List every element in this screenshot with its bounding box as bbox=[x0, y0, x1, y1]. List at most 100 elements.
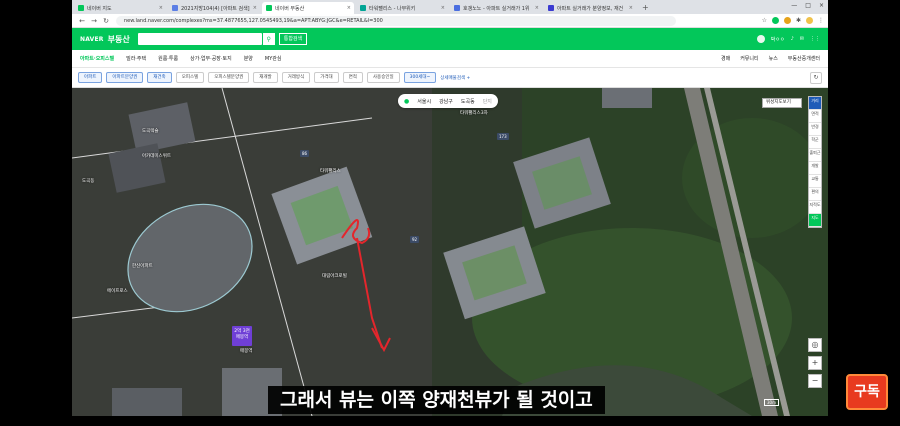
tool-area[interactable]: 면적 bbox=[809, 110, 821, 123]
tool-map[interactable]: 지도 bbox=[809, 214, 821, 227]
tab-naver-realestate[interactable]: 네이버 부동산 × bbox=[262, 2, 354, 14]
filter-chip[interactable]: 오피스텔분양권 bbox=[208, 72, 250, 83]
menu-link-agent[interactable]: 부동산중개센터 bbox=[788, 55, 820, 62]
mail-icon[interactable]: ✉ bbox=[800, 36, 804, 42]
filter-chip[interactable]: 재개발 bbox=[253, 72, 278, 83]
close-icon[interactable]: × bbox=[253, 5, 257, 11]
user-name[interactable]: 박ㅇㅇ bbox=[771, 36, 785, 43]
extension-icon[interactable] bbox=[783, 17, 791, 24]
maximize-icon[interactable]: □ bbox=[805, 2, 811, 9]
menu-item-oneroom[interactable]: 원룸·투룸 bbox=[158, 55, 178, 62]
tool-transit[interactable]: 교통 bbox=[809, 175, 821, 188]
tool-convenience[interactable]: 편의 bbox=[809, 188, 821, 201]
zoom-in-button[interactable]: + bbox=[808, 356, 822, 370]
site-title[interactable]: 부동산 bbox=[108, 34, 130, 45]
close-icon[interactable]: × bbox=[441, 5, 445, 11]
close-icon[interactable]: × bbox=[347, 5, 351, 11]
map-label[interactable]: 아카데미스위트 bbox=[142, 153, 171, 159]
my-location-icon[interactable]: ◎ bbox=[808, 338, 822, 352]
map-label[interactable]: 매봉역 bbox=[240, 348, 252, 354]
tool-cadastral[interactable]: 지적도 bbox=[809, 201, 821, 214]
video-frame: 네이버 지도 × 2021지방104(4) [아파트 검색] × 네이버 부동산 × … bbox=[0, 0, 900, 426]
complex-marker[interactable]: 86 bbox=[300, 150, 310, 157]
puzzle-icon[interactable]: ✱ bbox=[796, 17, 801, 24]
minimize-icon[interactable]: — bbox=[791, 2, 797, 9]
naver-favicon-icon bbox=[266, 5, 272, 11]
tool-development[interactable]: 개발 bbox=[809, 162, 821, 175]
listing-station: 매봉역 bbox=[235, 335, 249, 340]
map-label[interactable]: 한신아파트 bbox=[132, 263, 153, 269]
back-icon[interactable]: ← bbox=[76, 17, 88, 25]
filter-chip[interactable]: 재건축 bbox=[147, 72, 172, 83]
tab-label: 타워팰리스 - 나무위키 bbox=[369, 5, 416, 12]
filter-chip[interactable]: 거래방식 bbox=[281, 72, 311, 83]
complex-marker[interactable]: 173 bbox=[497, 133, 509, 140]
avatar[interactable] bbox=[756, 35, 765, 43]
tab-naver-map[interactable]: 네이버 지도 × bbox=[74, 2, 166, 14]
filter-chip[interactable]: 면적 bbox=[342, 72, 363, 83]
url-input[interactable]: new.land.naver.com/complexes?ms=37.48776… bbox=[116, 15, 676, 26]
map-label[interactable]: 도곡동 bbox=[82, 178, 94, 184]
map-label[interactable]: 대림아크로빌 bbox=[322, 273, 347, 279]
forward-icon[interactable]: → bbox=[88, 17, 100, 25]
profile-avatar[interactable] bbox=[806, 17, 813, 24]
location-dong[interactable]: 도곡동 bbox=[461, 98, 475, 105]
zoom-out-button[interactable]: − bbox=[808, 374, 822, 388]
map-label[interactable]: 타워팰리스3차 bbox=[460, 110, 488, 116]
location-city[interactable]: 서울시 bbox=[417, 98, 431, 105]
close-icon[interactable]: × bbox=[629, 5, 633, 11]
satellite-map[interactable]: ● 서울시 강남구 도곡동 단지 위성지도보기 거리 면적 반경 학군 출퇴근 … bbox=[72, 88, 828, 416]
search-input[interactable] bbox=[137, 33, 262, 45]
filter-chip[interactable]: 사용승인일 bbox=[366, 72, 400, 83]
map-type-select[interactable]: 위성지도보기 bbox=[762, 98, 802, 108]
listing-price-marker[interactable]: 2억 3천 매봉역 bbox=[232, 326, 252, 346]
tab-apt-price[interactable]: 아파트 실거래가 분양정보, 재건 × bbox=[544, 2, 636, 14]
filter-chip[interactable]: 300세대~ bbox=[403, 72, 437, 83]
tab-hogangnono[interactable]: 호갱노노 - 아파트 실거래가 1위 × bbox=[450, 2, 542, 14]
location-district[interactable]: 강남구 bbox=[439, 98, 453, 105]
map-label[interactable]: 타워팰리스 bbox=[320, 168, 341, 174]
map-label[interactable]: 에이프로스 bbox=[107, 288, 128, 294]
tool-radius[interactable]: 반경 bbox=[809, 123, 821, 136]
menu-link-news[interactable]: 뉴스 bbox=[769, 55, 778, 62]
complex-marker[interactable]: 92 bbox=[410, 236, 420, 243]
tool-distance[interactable]: 거리 bbox=[809, 97, 821, 110]
tab-namuwiki[interactable]: 타워팰리스 - 나무위키 × bbox=[356, 2, 448, 14]
namuwiki-favicon-icon bbox=[360, 5, 366, 11]
search-icon[interactable]: ⚲ bbox=[262, 33, 275, 45]
refresh-icon[interactable]: ↻ bbox=[810, 72, 822, 84]
apps-grid-icon[interactable]: ⋮⋮ bbox=[810, 36, 820, 42]
location-complex[interactable]: 단지 bbox=[483, 98, 492, 105]
tool-commute[interactable]: 출퇴근 bbox=[809, 149, 821, 162]
close-window-icon[interactable]: × bbox=[819, 2, 824, 9]
menu-item-my[interactable]: MY관심 bbox=[265, 55, 282, 62]
menu-item-apartment[interactable]: 아파트·오피스텔 bbox=[80, 55, 114, 62]
menu-dots-icon[interactable]: ⋮ bbox=[818, 17, 824, 24]
detail-search-link[interactable]: 상세매물검색 + bbox=[440, 75, 470, 81]
location-breadcrumb: ● 서울시 강남구 도곡동 단지 bbox=[398, 94, 498, 108]
filter-chip[interactable]: 오피스텔 bbox=[175, 72, 205, 83]
new-tab-button[interactable]: + bbox=[638, 2, 653, 14]
menu-link-auction[interactable]: 경매 bbox=[721, 55, 730, 62]
menu-item-presale[interactable]: 분양 bbox=[244, 55, 253, 62]
naver-logo[interactable]: NAVER bbox=[80, 36, 104, 43]
close-icon[interactable]: × bbox=[535, 5, 539, 11]
extension-icon[interactable] bbox=[771, 17, 779, 24]
filter-chip[interactable]: 아파트분양권 bbox=[106, 72, 144, 83]
filter-chip[interactable]: 가격대 bbox=[314, 72, 339, 83]
full-search-button[interactable]: 통합검색 bbox=[278, 33, 308, 45]
close-icon[interactable]: × bbox=[159, 5, 163, 11]
map-label[interactable]: 도곡렉슬 bbox=[142, 128, 159, 134]
subscribe-button[interactable]: 구독 bbox=[846, 374, 888, 410]
bell-icon[interactable]: ♪ bbox=[791, 36, 794, 42]
menu-item-villa[interactable]: 빌라·주택 bbox=[126, 55, 146, 62]
apt-favicon-icon bbox=[548, 5, 554, 11]
filter-chip[interactable]: 아파트 bbox=[78, 72, 103, 83]
menu-link-community[interactable]: 커뮤니티 bbox=[740, 55, 758, 62]
reload-icon[interactable]: ↻ bbox=[100, 17, 112, 25]
map-toolbar: 거리 면적 반경 학군 출퇴근 개발 교통 편의 지적도 지도 bbox=[808, 96, 822, 228]
tool-school[interactable]: 학군 bbox=[809, 136, 821, 149]
bookmark-star-icon[interactable]: ☆ bbox=[762, 17, 767, 24]
menu-item-commercial[interactable]: 상가·업무·공장·토지 bbox=[190, 55, 232, 62]
tab-apartment-search[interactable]: 2021지방104(4) [아파트 검색] × bbox=[168, 2, 260, 14]
